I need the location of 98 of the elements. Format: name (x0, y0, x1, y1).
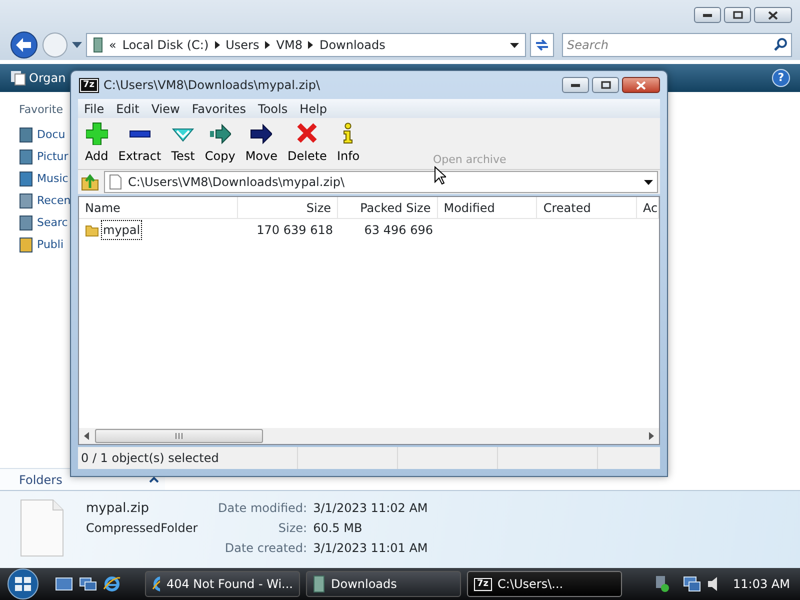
breadcrumb-item[interactable]: Local Disk (C:) (122, 36, 209, 54)
column-header[interactable]: Name (79, 197, 238, 218)
close-icon (636, 80, 646, 90)
favorite-link[interactable]: Pictur (19, 146, 68, 168)
address-bar[interactable]: « Local Disk (C:) Users VM8 Downloads (86, 33, 526, 57)
taskbar-button[interactable]: 7z C:\Users\... (467, 571, 622, 597)
minimize-button[interactable] (694, 7, 721, 23)
file-icon (109, 174, 122, 190)
chevron-right-icon (214, 41, 220, 49)
toolbar-button[interactable]: Add (80, 122, 114, 165)
maximize-button[interactable] (724, 7, 751, 23)
app-logo: 7z (474, 578, 492, 590)
favorite-link[interactable]: Music (19, 168, 68, 190)
up-folder-icon[interactable] (80, 172, 100, 192)
window-title: C:\Users\VM8\Downloads\mypal.zip\ (104, 77, 320, 94)
delete-icon (296, 122, 318, 145)
close-button[interactable] (622, 77, 660, 93)
search-icon (774, 38, 787, 51)
refresh-button[interactable] (530, 33, 554, 57)
chevron-up-icon[interactable] (149, 476, 159, 483)
file-type: CompressedFolder (86, 520, 196, 536)
chevron-right-icon (265, 41, 270, 49)
file-icon (20, 499, 64, 557)
taskbar-button[interactable]: 404 Not Found - Wi... (145, 571, 300, 597)
arrow-right-icon (209, 122, 232, 145)
plus-icon (86, 122, 108, 145)
favorite-link[interactable]: Docu (19, 124, 66, 146)
help-button[interactable]: ? (772, 69, 790, 87)
mouse-cursor-icon (434, 166, 446, 185)
column-header[interactable]: Ac (637, 197, 660, 218)
search-field[interactable]: Search (562, 33, 792, 57)
packed-size-cell-text: 63 496 696 (363, 222, 434, 239)
minus-icon (128, 130, 151, 138)
size-cell-text: 170 639 618 (256, 222, 334, 239)
detail-label: Date modified: (218, 500, 308, 517)
switch-windows-icon[interactable] (79, 577, 97, 591)
menu-item[interactable]: Favorites (186, 100, 252, 118)
clock[interactable]: 11:03 AM (733, 575, 790, 593)
toolbar-button[interactable]: Extract (113, 122, 166, 165)
back-button[interactable] (10, 31, 38, 59)
column-header[interactable]: Size (238, 197, 338, 218)
taskbar-button[interactable]: Downloads (306, 571, 461, 597)
monitor-icon[interactable] (683, 575, 702, 593)
toolbar-button[interactable]: Info (332, 122, 365, 165)
breadcrumb-item[interactable]: Users (226, 36, 260, 54)
favorite-link[interactable]: Recen (19, 190, 71, 212)
history-dropdown[interactable] (72, 42, 82, 48)
menu-item[interactable]: Edit (110, 100, 146, 118)
close-button[interactable] (754, 7, 792, 23)
path-combobox[interactable]: C:\Users\VM8\Downloads\mypal.zip\ (104, 171, 658, 193)
organize-icon (10, 70, 26, 86)
maximize-button[interactable] (592, 77, 619, 93)
show-desktop-icon[interactable] (55, 577, 73, 591)
scroll-left-icon[interactable] (83, 432, 91, 440)
file-name: mypal.zip (86, 500, 150, 518)
status-text: 0 / 1 object(s) selected (78, 447, 298, 469)
menu-item[interactable]: Help (294, 100, 333, 118)
favorite-link[interactable]: Publi (19, 234, 64, 256)
toolbar-button[interactable]: Copy (200, 122, 240, 165)
scroll-right-icon[interactable] (647, 432, 655, 440)
detail-value: 3/1/2023 11:01 AM (313, 540, 428, 557)
column-header[interactable]: Packed Size (338, 197, 438, 218)
organize-menu[interactable]: Organ (29, 69, 66, 87)
menu-item[interactable]: Tools (252, 100, 294, 118)
menu-item[interactable]: File (78, 100, 110, 118)
detail-label: Size: (277, 520, 308, 537)
close-icon (768, 10, 778, 20)
toolbar-button[interactable]: Test (166, 122, 200, 165)
menu-item[interactable]: View (145, 100, 186, 118)
maximize-icon (600, 81, 610, 89)
detail-label: Date created: (224, 540, 308, 557)
app-logo: 7z (80, 78, 98, 92)
dropdown-arrow-icon[interactable] (510, 42, 519, 48)
minimize-icon (703, 13, 712, 17)
breadcrumb-overflow[interactable]: « (109, 36, 116, 54)
tooltip-text: Open archive (433, 152, 506, 168)
browser-icon[interactable] (103, 575, 121, 593)
maximize-icon (732, 11, 742, 19)
chevron-right-icon (308, 41, 314, 49)
favorite-link[interactable]: Searc (19, 212, 68, 234)
dropdown-arrow-icon (644, 180, 653, 184)
detail-value: 3/1/2023 11:02 AM (313, 500, 428, 517)
scrollbar-thumb[interactable] (95, 429, 263, 443)
refresh-icon (534, 38, 550, 52)
file-name[interactable]: mypal (102, 221, 142, 239)
minimize-button[interactable] (562, 77, 589, 93)
detail-value: 60.5 MB (313, 520, 364, 537)
network-icon[interactable] (653, 575, 672, 593)
minimize-icon (571, 83, 580, 87)
column-header[interactable]: Modified (438, 197, 538, 218)
toolbar-button[interactable]: Move (240, 122, 282, 165)
breadcrumb-item[interactable]: VM8 (276, 36, 302, 54)
breadcrumb-item[interactable]: Downloads (319, 36, 386, 54)
browser-icon (152, 575, 160, 593)
arrow-right-icon (250, 122, 272, 145)
toolbar-button[interactable]: Delete (282, 122, 332, 165)
column-header[interactable]: Created (537, 197, 638, 218)
favorites-heading: Favorite (19, 102, 63, 118)
